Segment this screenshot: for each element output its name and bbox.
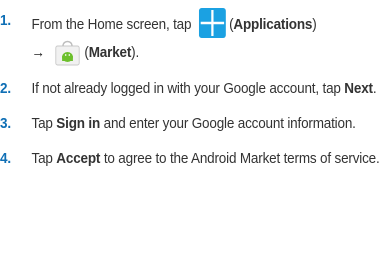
step-number: 2. bbox=[0, 80, 11, 97]
accept-label: Accept bbox=[56, 150, 101, 167]
step-text: If not already logged in with your Googl… bbox=[32, 76, 386, 101]
next-label: Next bbox=[344, 80, 373, 97]
step-text: From the Home screen, tap (Applications)… bbox=[32, 8, 386, 66]
sign-in-label: Sign in bbox=[56, 115, 101, 132]
step-text-segment: and enter your Google account informatio… bbox=[100, 115, 356, 132]
step-number: 3. bbox=[0, 115, 11, 132]
applications-label: Applications bbox=[233, 16, 313, 33]
step-number: 4. bbox=[0, 150, 11, 167]
instruction-steps: 1. From the Home screen, tap (Applicatio… bbox=[0, 8, 386, 171]
paren-close: ) bbox=[312, 16, 317, 33]
paren-close-period: ). bbox=[131, 44, 140, 61]
step-number: 1. bbox=[0, 12, 11, 29]
step-text: Tap Sign in and enter your Google accoun… bbox=[32, 111, 386, 136]
step-2: 2. If not already logged in with your Go… bbox=[0, 76, 386, 101]
step-text: Tap Accept to agree to the Android Marke… bbox=[32, 146, 386, 171]
applications-icon bbox=[198, 8, 226, 38]
step-4: 4. Tap Accept to agree to the Android Ma… bbox=[0, 146, 386, 171]
arrow-icon: → bbox=[31, 44, 46, 61]
step-text-segment: Tap bbox=[31, 150, 57, 167]
step-text-segment: . bbox=[372, 80, 377, 97]
market-icon bbox=[55, 40, 80, 66]
step-text-segment: If not already logged in with your Googl… bbox=[31, 80, 345, 97]
step-3: 3. Tap Sign in and enter your Google acc… bbox=[0, 111, 386, 136]
step-text-segment: From the Home screen, tap bbox=[31, 16, 192, 33]
step-text-segment: Tap bbox=[31, 115, 57, 132]
step-1: 1. From the Home screen, tap (Applicatio… bbox=[0, 8, 386, 66]
step-text-segment: to agree to the Android Market terms of … bbox=[100, 150, 380, 167]
market-label: Market bbox=[88, 44, 132, 61]
